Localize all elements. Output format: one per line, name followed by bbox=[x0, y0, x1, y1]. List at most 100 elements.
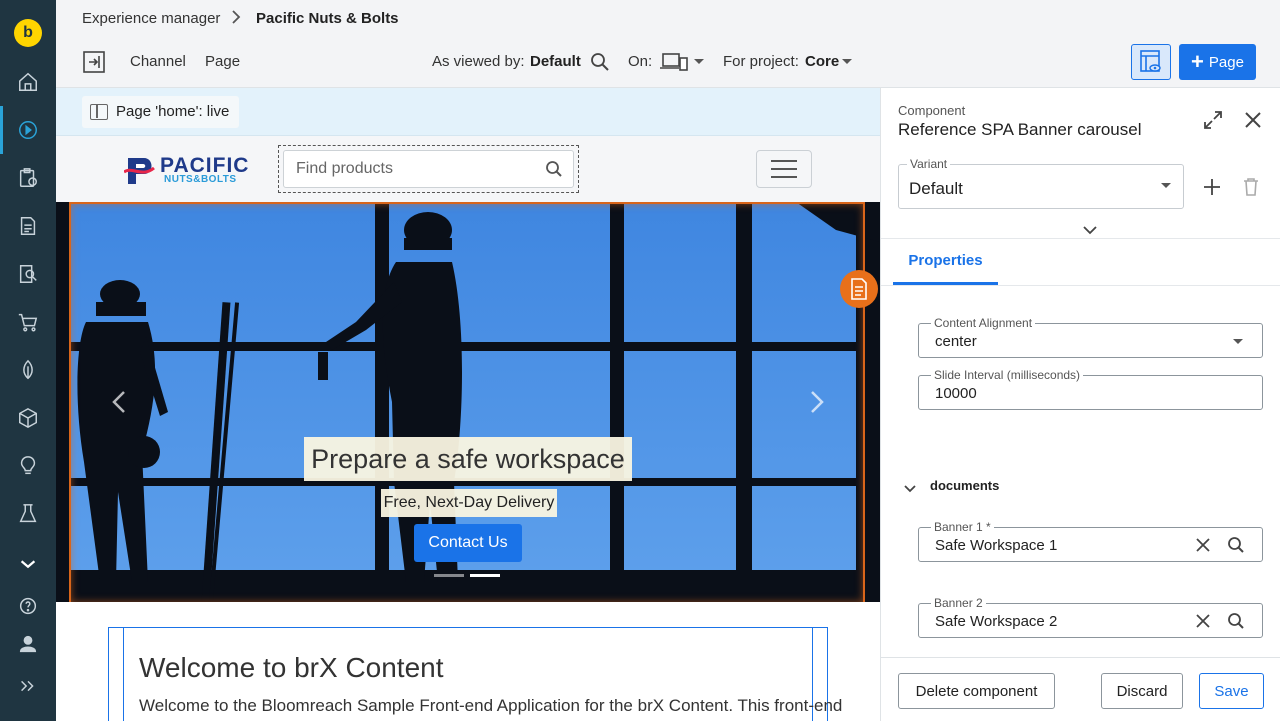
expand-icon[interactable] bbox=[1203, 110, 1223, 130]
divider bbox=[881, 285, 1280, 286]
carousel-indicator-active[interactable] bbox=[470, 574, 500, 577]
content-alignment-caret-icon bbox=[1233, 339, 1243, 344]
variant-label: Variant bbox=[907, 157, 951, 171]
carousel-prev-icon[interactable] bbox=[110, 390, 128, 414]
content-icon[interactable] bbox=[14, 212, 42, 240]
experience-manager-icon[interactable] bbox=[14, 116, 42, 144]
insights-icon[interactable] bbox=[14, 452, 42, 480]
user-icon[interactable] bbox=[14, 630, 42, 658]
variant-caret-icon bbox=[1161, 183, 1171, 188]
page-menu[interactable]: Page bbox=[205, 53, 240, 70]
banner2-label: Banner 2 bbox=[931, 596, 986, 610]
seo-icon[interactable] bbox=[14, 356, 42, 384]
exit-preview-icon[interactable] bbox=[82, 50, 106, 74]
variant-select[interactable]: Variant Default bbox=[898, 157, 1184, 209]
devices-icon[interactable] bbox=[660, 53, 688, 76]
banner2-field[interactable]: Banner 2 Safe Workspace 2 bbox=[918, 596, 1263, 638]
page-status-text: Page 'home': live bbox=[116, 103, 230, 120]
panel-title: Reference SPA Banner carousel bbox=[898, 120, 1142, 139]
close-icon[interactable] bbox=[1243, 110, 1263, 130]
page-status-pill[interactable]: Page 'home': live bbox=[82, 96, 240, 128]
logo-text-secondary: NUTS&BOLTS bbox=[164, 174, 237, 185]
hamburger-line bbox=[771, 160, 797, 162]
content-component-inner: Welcome to brX Content Welcome to the Bl… bbox=[123, 628, 842, 721]
banner1-value: Safe Workspace 1 bbox=[935, 537, 1058, 554]
plus-icon: + bbox=[1191, 49, 1204, 74]
project-caret-icon[interactable] bbox=[842, 59, 852, 64]
pacific-logo-icon bbox=[124, 158, 155, 184]
more-icon[interactable] bbox=[14, 550, 42, 578]
site-search-icon[interactable] bbox=[14, 260, 42, 288]
help-icon[interactable] bbox=[14, 592, 42, 620]
projects-icon[interactable] bbox=[14, 164, 42, 192]
banner1-field[interactable]: Banner 1 * Safe Workspace 1 bbox=[918, 520, 1263, 562]
breadcrumb-channel: Pacific Nuts & Bolts bbox=[256, 10, 399, 27]
component-properties-panel: Component Reference SPA Banner carousel … bbox=[880, 88, 1280, 721]
banner-subtitle: Free, Next-Day Delivery bbox=[381, 489, 557, 517]
site-preview: PACIFIC NUTS&BOLTS Find products Prepare… bbox=[56, 136, 880, 721]
chevron-down-icon[interactable] bbox=[1083, 222, 1097, 235]
edit-document-icon[interactable] bbox=[840, 270, 878, 308]
search-component-outline[interactable]: Find products bbox=[278, 145, 579, 193]
documents-section-label: documents bbox=[930, 478, 1000, 493]
top-header: Experience manager Pacific Nuts & Bolts … bbox=[56, 0, 1280, 88]
content-alignment-select[interactable]: Content Alignment center bbox=[918, 316, 1263, 358]
menu-toggle-button[interactable] bbox=[756, 150, 812, 188]
bloomreach-logo-icon[interactable]: b bbox=[14, 19, 42, 47]
commerce-icon[interactable] bbox=[14, 308, 42, 336]
preview-toggle-button[interactable] bbox=[1131, 44, 1171, 80]
viewed-by-value[interactable]: Default bbox=[530, 53, 581, 70]
carousel-next-icon[interactable] bbox=[808, 390, 826, 414]
content-alignment-value: center bbox=[935, 333, 977, 350]
hamburger-line bbox=[771, 176, 797, 178]
slide-interval-label: Slide Interval (milliseconds) bbox=[931, 368, 1084, 382]
save-button[interactable]: Save bbox=[1199, 673, 1264, 709]
project-label: For project: bbox=[723, 53, 799, 70]
search-banner1-icon[interactable] bbox=[1227, 536, 1245, 554]
delete-component-button[interactable]: Delete component bbox=[898, 673, 1055, 709]
panel-kicker: Component bbox=[898, 103, 966, 118]
collapse-documents-icon[interactable] bbox=[904, 481, 916, 493]
new-page-label: Page bbox=[1208, 53, 1244, 71]
banner-carousel[interactable]: Prepare a safe workspace Free, Next-Day … bbox=[56, 202, 880, 602]
on-label: On: bbox=[628, 53, 653, 70]
new-page-button[interactable]: + Page bbox=[1179, 44, 1256, 80]
banner1-label: Banner 1 * bbox=[931, 520, 994, 534]
channel-menu[interactable]: Channel bbox=[130, 53, 186, 70]
add-variant-icon[interactable] bbox=[1203, 178, 1221, 196]
discard-button[interactable]: Discard bbox=[1101, 673, 1183, 709]
find-products-input[interactable]: Find products bbox=[283, 150, 574, 188]
experiments-icon[interactable] bbox=[14, 500, 42, 528]
devices-caret-icon[interactable] bbox=[694, 59, 704, 64]
catalog-icon[interactable] bbox=[14, 404, 42, 432]
contact-us-button[interactable]: Contact Us bbox=[414, 524, 522, 562]
carousel-indicator[interactable] bbox=[434, 574, 464, 577]
site-logo[interactable]: PACIFIC NUTS&BOLTS bbox=[124, 154, 264, 186]
home-icon[interactable] bbox=[14, 68, 42, 96]
viewed-by-label: As viewed by: bbox=[432, 53, 525, 70]
search-icon[interactable] bbox=[545, 160, 563, 178]
project-value[interactable]: Core bbox=[805, 53, 839, 70]
page-layout-icon bbox=[90, 104, 108, 120]
delete-variant-icon[interactable] bbox=[1243, 178, 1259, 196]
panel-footer: Delete component Discard Save bbox=[881, 657, 1280, 721]
banner-title: Prepare a safe workspace bbox=[304, 437, 632, 481]
variant-value: Default bbox=[909, 179, 963, 198]
expand-nav-icon[interactable] bbox=[14, 672, 42, 700]
content-component-outline[interactable]: Welcome to brX Content Welcome to the Bl… bbox=[108, 627, 842, 721]
clear-banner1-icon[interactable] bbox=[1195, 537, 1211, 553]
slide-interval-value: 10000 bbox=[935, 385, 977, 402]
breadcrumb-chevron-icon bbox=[230, 10, 242, 28]
search-banner2-icon[interactable] bbox=[1227, 612, 1245, 630]
tab-properties[interactable]: Properties bbox=[893, 239, 998, 285]
slide-interval-input[interactable]: Slide Interval (milliseconds) 10000 bbox=[918, 368, 1263, 410]
banner2-value: Safe Workspace 2 bbox=[935, 613, 1058, 630]
active-nav-indicator bbox=[0, 106, 3, 154]
breadcrumb-app[interactable]: Experience manager bbox=[82, 10, 220, 27]
clear-banner2-icon[interactable] bbox=[1195, 613, 1211, 629]
welcome-title: Welcome to brX Content bbox=[139, 652, 444, 683]
welcome-text: Welcome to the Bloomreach Sample Front-e… bbox=[139, 696, 843, 715]
content-alignment-label: Content Alignment bbox=[931, 316, 1036, 330]
search-icon[interactable] bbox=[590, 52, 610, 77]
find-products-placeholder: Find products bbox=[296, 160, 393, 177]
